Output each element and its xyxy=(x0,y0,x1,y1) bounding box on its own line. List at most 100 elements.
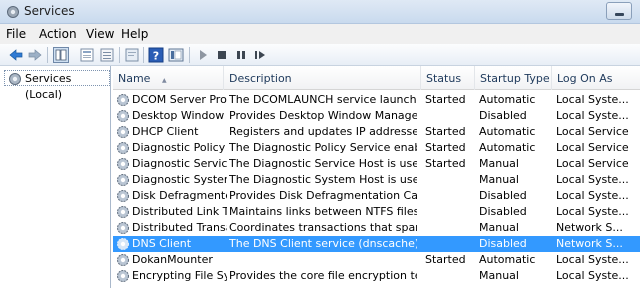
cell-startup-type: Automatic xyxy=(479,93,536,106)
table-row[interactable]: Diagnostic Policy ...The Diagnostic Poli… xyxy=(113,140,640,156)
cell-log-on-as: Local Syste... xyxy=(556,173,629,186)
cell-log-on-as: Local Service xyxy=(556,125,629,138)
cell-status xyxy=(425,108,477,124)
help-icon[interactable]: ? xyxy=(148,47,164,63)
cell-name: Diagnostic System... xyxy=(132,173,227,186)
cell-startup-type: Automatic xyxy=(479,141,536,154)
cell-name: Diagnostic Service... xyxy=(132,157,227,170)
forward-arrow-icon[interactable] xyxy=(27,47,43,63)
cell-startup-type: Disabled xyxy=(479,205,527,218)
cell-log-on-as: Local Syste... xyxy=(556,109,629,122)
column-header-description[interactable]: Description xyxy=(224,66,421,90)
svg-text:?: ? xyxy=(153,50,159,63)
cell-description: Maintains links between NTFS files with.… xyxy=(229,205,417,218)
cell-name: Distributed Link Tr... xyxy=(132,205,227,218)
service-gear-icon xyxy=(117,94,129,106)
cell-description: The DNS Client service (dnscache) cach..… xyxy=(229,237,417,250)
cell-log-on-as: Local Syste... xyxy=(556,253,629,266)
cell-status: Started xyxy=(425,157,466,170)
table-row[interactable]: Diagnostic Service...The Diagnostic Serv… xyxy=(113,156,640,172)
table-row[interactable]: DHCP Client Registers and updates IP addr… xyxy=(113,124,640,140)
service-gear-icon xyxy=(117,190,129,202)
table-row[interactable]: Distributed Transa...Coordinates transac… xyxy=(113,220,640,236)
console-view-icon[interactable] xyxy=(168,47,184,63)
column-header-log-on-as[interactable]: Log On As xyxy=(552,66,640,90)
service-gear-icon xyxy=(117,254,129,266)
cell-status: Started xyxy=(425,93,466,106)
cell-description xyxy=(229,252,417,268)
table-row[interactable]: Diagnostic System...The Diagnostic Syste… xyxy=(113,172,640,188)
column-header-startup-type[interactable]: Startup Type xyxy=(475,66,552,90)
cell-startup-type: Manual xyxy=(479,173,519,186)
cell-status: Started xyxy=(425,141,466,154)
cell-startup-type: Disabled xyxy=(479,189,527,202)
table-row[interactable]: Distributed Link Tr...Maintains links be… xyxy=(113,204,640,220)
restart-service-icon[interactable] xyxy=(252,47,268,63)
menu-action[interactable]: Action xyxy=(39,27,77,41)
tree-item-services-local[interactable]: Services (Local) xyxy=(4,70,110,101)
service-gear-icon xyxy=(117,142,129,154)
table-row[interactable]: Disk Defragmenter Provides Disk Defragmen… xyxy=(113,188,640,204)
service-gear-icon xyxy=(117,222,129,234)
cell-log-on-as: Local Service xyxy=(556,141,629,154)
stop-service-icon[interactable] xyxy=(214,47,230,63)
properties-icon[interactable] xyxy=(79,47,95,63)
service-gear-icon xyxy=(117,174,129,186)
table-row[interactable]: DNS Client The DNS Client service (dnscac… xyxy=(113,236,640,252)
service-gear-icon xyxy=(117,126,129,138)
cell-description: Registers and updates IP addresses and .… xyxy=(229,125,417,138)
show-hide-tree-icon[interactable] xyxy=(53,47,69,63)
cell-name: DokanMounter xyxy=(132,253,213,266)
export-list-icon[interactable] xyxy=(99,47,115,63)
cell-log-on-as: Local Syste... xyxy=(556,93,629,106)
cell-status xyxy=(425,188,477,204)
minimize-button[interactable] xyxy=(606,2,632,20)
toolbar-separator xyxy=(189,47,190,63)
toolbar-separator xyxy=(47,47,48,63)
cell-status xyxy=(425,236,477,252)
table-row[interactable]: DokanMounter Started Automatic Local Syste.… xyxy=(113,252,640,268)
menu-help[interactable]: Help xyxy=(121,27,148,41)
table-row[interactable]: DCOM Server Pro... The DCOMLAUNCH service… xyxy=(113,92,640,108)
cell-status xyxy=(425,220,477,236)
cell-name: Disk Defragmenter xyxy=(132,189,227,202)
cell-description: The Diagnostic Policy Service enables p.… xyxy=(229,141,417,154)
column-header-row: ▲ Name Description Status Startup Type L… xyxy=(113,66,640,90)
window-title: Services xyxy=(24,4,75,18)
menu-file[interactable]: File xyxy=(6,27,26,41)
cell-status xyxy=(425,204,477,220)
service-gear-icon xyxy=(117,206,129,218)
cell-startup-type: Automatic xyxy=(479,253,536,266)
pause-service-icon[interactable] xyxy=(233,47,249,63)
toolbar: ? xyxy=(0,44,640,66)
table-row[interactable]: Desktop Window ...Provides Desktop Windo… xyxy=(113,108,640,124)
service-gear-icon xyxy=(117,238,129,250)
menu-view[interactable]: View xyxy=(86,27,114,41)
cell-description: Provides Desktop Window Manager sta... xyxy=(229,109,417,122)
toolbar-separator xyxy=(143,47,144,63)
table-row[interactable]: Encrypting File Sy...Provides the core f… xyxy=(113,268,640,284)
cell-log-on-as: Local Syste... xyxy=(556,189,629,202)
tree-item-label: Services (Local) xyxy=(25,72,72,101)
cell-status: Started xyxy=(425,253,466,266)
refresh-list-icon[interactable] xyxy=(124,47,140,63)
cell-name: Diagnostic Policy ... xyxy=(132,141,227,154)
cell-startup-type: Disabled xyxy=(479,237,527,250)
cell-startup-type: Automatic xyxy=(479,125,536,138)
cell-log-on-as: Network S... xyxy=(556,237,623,250)
service-gear-icon xyxy=(117,158,129,170)
column-header-name[interactable]: ▲ Name xyxy=(113,66,224,90)
cell-name: DHCP Client xyxy=(132,125,199,138)
cell-status xyxy=(425,172,477,188)
back-arrow-icon[interactable] xyxy=(8,47,24,63)
cell-log-on-as: Local Syste... xyxy=(556,205,629,218)
start-service-icon[interactable] xyxy=(195,47,211,63)
cell-log-on-as: Network S... xyxy=(556,221,623,234)
column-header-status[interactable]: Status xyxy=(421,66,475,90)
cell-startup-type: Manual xyxy=(479,221,519,234)
cell-log-on-as: Local Syste... xyxy=(556,269,629,282)
cell-name: DNS Client xyxy=(132,237,192,250)
services-list: ▲ Name Description Status Startup Type L… xyxy=(113,66,640,288)
cell-name: Desktop Window ... xyxy=(132,109,227,122)
cell-description: Coordinates transactions that span mul..… xyxy=(229,221,417,234)
